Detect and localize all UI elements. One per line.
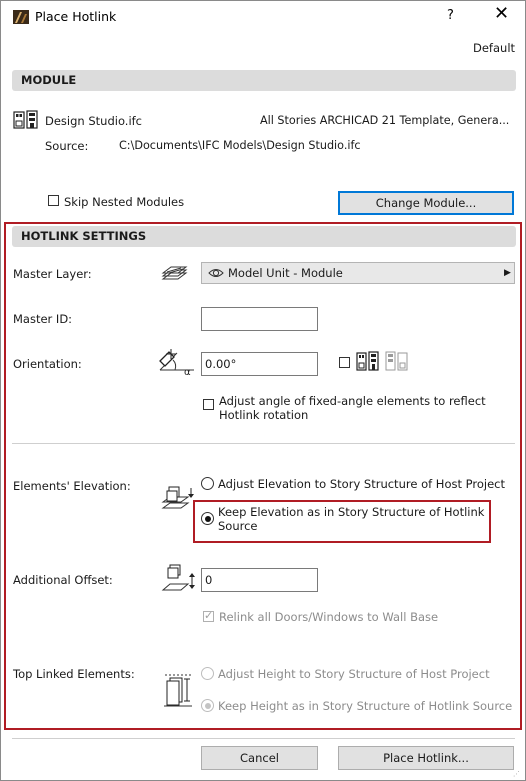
layer-icon: [159, 263, 189, 283]
mirror-module-icon: [356, 351, 410, 373]
keep-height-label: Keep Height as in Story Structure of Hot…: [218, 699, 513, 713]
master-id-label: Master ID:: [13, 312, 73, 326]
checkmark-icon: ✓: [204, 609, 214, 622]
help-button[interactable]: ?: [447, 8, 454, 23]
keep-height-radio[interactable]: [201, 699, 214, 712]
adjust-angle-label-line2: Hotlink rotation: [219, 408, 309, 422]
cancel-button[interactable]: Cancel: [201, 746, 318, 770]
hotlink-settings-highlight: [4, 222, 522, 730]
dropdown-arrow-icon: ▶: [504, 268, 511, 278]
relink-doors-checkbox[interactable]: ✓: [203, 609, 214, 622]
title-bar: Place Hotlink ? ✕: [1, 1, 525, 31]
hotlink-settings-header[interactable]: HOTLINK SETTINGS: [12, 226, 516, 247]
offset-input[interactable]: 0: [201, 568, 318, 592]
keep-elevation-label-line1: Keep Elevation as in Story Structure of …: [218, 505, 485, 519]
section-divider: [12, 443, 515, 444]
keep-elevation-label-line2: Source: [218, 519, 258, 533]
orientation-input[interactable]: 0.00°: [201, 352, 318, 376]
adjust-elevation-radio[interactable]: [201, 477, 214, 490]
skip-nested-label: Skip Nested Modules: [64, 195, 185, 209]
story-elevation-icon: [160, 484, 198, 520]
top-linked-label: Top Linked Elements:: [13, 667, 135, 681]
master-layer-dropdown[interactable]: Model Unit - Module ▶: [201, 262, 515, 284]
adjust-height-radio[interactable]: [201, 667, 214, 680]
place-hotlink-button[interactable]: Place Hotlink...: [338, 746, 514, 770]
relink-doors-label: Relink all Doors/Windows to Wall Base: [219, 610, 439, 624]
master-layer-value: Model Unit - Module: [228, 266, 343, 280]
offset-label: Additional Offset:: [13, 573, 113, 587]
resize-grip-icon[interactable]: ⋰: [513, 770, 520, 778]
close-button[interactable]: ✕: [494, 5, 509, 23]
svg-text:α: α: [184, 367, 191, 376]
master-layer-label: Master Layer:: [13, 267, 92, 281]
master-id-input[interactable]: [201, 307, 318, 331]
adjust-elevation-label: Adjust Elevation to Story Structure of H…: [218, 477, 505, 491]
window-title: Place Hotlink: [35, 9, 117, 24]
elevation-label: Elements' Elevation:: [13, 479, 131, 493]
change-module-button[interactable]: Change Module...: [338, 191, 514, 215]
keep-elevation-radio[interactable]: [201, 512, 214, 525]
mirror-checkbox[interactable]: [339, 357, 350, 368]
ifc-module-icon: [13, 110, 39, 130]
adjust-angle-checkbox[interactable]: [203, 399, 214, 410]
radio-selected-dot: [204, 702, 211, 709]
module-section-header[interactable]: MODULE: [12, 70, 516, 91]
source-path: C:\Documents\IFC Models\Design Studio.if…: [119, 139, 361, 152]
orientation-label: Orientation:: [13, 357, 82, 371]
default-preset-label[interactable]: Default: [473, 41, 515, 55]
adjust-height-label: Adjust Height to Story Structure of Host…: [218, 667, 490, 681]
archicad-app-icon: [13, 10, 29, 24]
adjust-angle-label-line1: Adjust angle of fixed-angle elements to …: [219, 394, 486, 408]
orientation-angle-icon: α: [157, 348, 197, 376]
visible-eye-icon: [208, 264, 224, 282]
module-template-name: All Stories ARCHICAD 21 Template, Genera…: [260, 114, 510, 127]
radio-selected-dot: [204, 515, 211, 522]
skip-nested-checkbox[interactable]: [48, 195, 59, 206]
offset-icon: [161, 563, 201, 593]
footer-divider: [12, 738, 515, 739]
module-file-name: Design Studio.ifc: [45, 114, 143, 128]
top-linked-height-icon: [162, 670, 196, 710]
source-label: Source:: [45, 139, 89, 153]
